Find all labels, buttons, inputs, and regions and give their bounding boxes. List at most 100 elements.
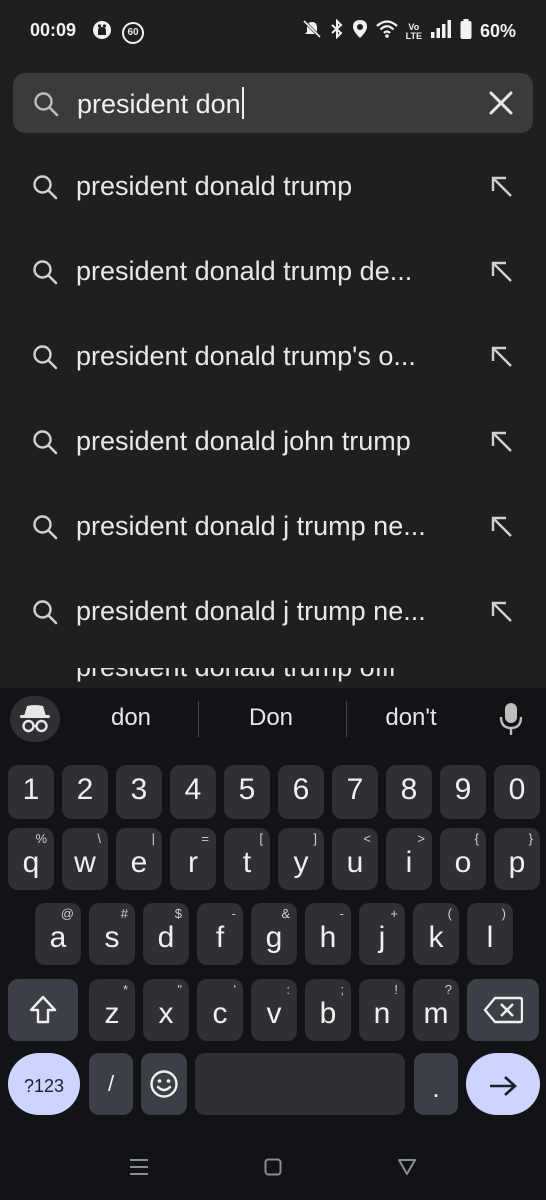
back-icon[interactable] <box>397 1158 417 1181</box>
key-x[interactable]: " x <box>143 979 189 1041</box>
key-m[interactable]: ? m <box>413 979 459 1041</box>
key-7[interactable]: 7 <box>332 765 378 819</box>
search-bar[interactable]: president don <box>13 73 533 133</box>
key-4[interactable]: 4 <box>170 765 216 819</box>
volte-icon: Vo LTE <box>405 21 422 41</box>
prediction-divider <box>198 701 199 737</box>
key-9[interactable]: 9 <box>440 765 486 819</box>
prediction-3[interactable]: don't <box>341 704 481 732</box>
mic-icon[interactable] <box>498 702 524 741</box>
suggestion-item[interactable]: president donald trump de... <box>0 230 546 315</box>
key-z[interactable]: * z <box>89 979 135 1041</box>
search-icon <box>32 344 58 375</box>
key-8[interactable]: 8 <box>386 765 432 819</box>
prediction-bar: don Don don't <box>0 688 546 750</box>
signal-icon <box>430 20 452 43</box>
key-t[interactable]: [t <box>224 828 270 890</box>
suggestion-text: president donald trump <box>76 171 353 201</box>
search-icon <box>32 514 58 545</box>
search-icon <box>32 259 58 290</box>
key-u[interactable]: < u <box>332 828 378 890</box>
arrow-up-left-icon[interactable] <box>488 428 516 461</box>
key-l[interactable]: ) l <box>467 903 513 965</box>
key-p[interactable]: } p <box>494 828 540 890</box>
enter-key[interactable] <box>466 1053 540 1115</box>
key-j[interactable]: + j <box>359 903 405 965</box>
status-bar: 00:09 60 Vo LTE 60% <box>0 0 546 62</box>
incognito-icon[interactable] <box>10 696 60 742</box>
key-h[interactable]: -h <box>305 903 351 965</box>
key-y[interactable]: ] y <box>278 828 324 890</box>
key-d[interactable]: $ d <box>143 903 189 965</box>
key-b[interactable]: ; b <box>305 979 351 1041</box>
slash-key[interactable]: / <box>89 1053 133 1115</box>
github-icon <box>92 20 112 45</box>
suggestion-item-partial[interactable]: president donald trump offi <box>0 668 546 688</box>
key-k[interactable]: (k <box>413 903 459 965</box>
key-n[interactable]: ! n <box>359 979 405 1041</box>
dnd-off-icon <box>302 19 322 44</box>
suggestion-text: president donald j trump ne... <box>76 511 426 541</box>
arrow-up-left-icon[interactable] <box>488 513 516 546</box>
search-icon <box>32 429 58 460</box>
suggestion-text: president donald trump offi <box>76 668 395 683</box>
key-s[interactable]: # s <box>89 903 135 965</box>
navigation-bar <box>0 1140 546 1200</box>
bluetooth-icon <box>330 18 344 44</box>
suggestion-text: president donald trump de... <box>76 256 413 286</box>
key-c[interactable]: ' c <box>197 979 243 1041</box>
key-i[interactable]: > i <box>386 828 432 890</box>
arrow-up-left-icon[interactable] <box>488 343 516 376</box>
backspace-icon <box>483 996 524 1032</box>
key-2[interactable]: 2 <box>62 765 108 819</box>
shift-icon <box>29 995 57 1033</box>
search-icon <box>33 91 59 122</box>
key-g[interactable]: & g <box>251 903 297 965</box>
battery-icon <box>460 19 472 44</box>
suggestion-item[interactable]: president donald j trump ne... <box>0 485 546 570</box>
recents-icon[interactable] <box>129 1158 149 1181</box>
prediction-1[interactable]: don <box>61 704 201 732</box>
arrow-up-left-icon[interactable] <box>488 258 516 291</box>
search-icon <box>32 174 58 205</box>
key-f[interactable]: -f <box>197 903 243 965</box>
key-v[interactable]: :v <box>251 979 297 1041</box>
arrow-up-left-icon[interactable] <box>488 598 516 631</box>
key-6[interactable]: 6 <box>278 765 324 819</box>
key-o[interactable]: {o <box>440 828 486 890</box>
suggestion-text: president donald j trump ne... <box>76 596 426 626</box>
suggestion-item[interactable]: president donald john trump <box>0 400 546 485</box>
shift-key[interactable] <box>8 979 78 1041</box>
badge-icon: 60 <box>122 21 144 44</box>
key-1[interactable]: 1 <box>8 765 54 819</box>
suggestion-item[interactable]: president donald trump <box>0 145 546 230</box>
space-key[interactable] <box>195 1053 405 1115</box>
home-icon[interactable] <box>264 1158 282 1181</box>
key-q[interactable]: % q <box>8 828 54 890</box>
arrow-right-icon <box>488 1072 518 1106</box>
arrow-up-left-icon[interactable] <box>488 173 516 206</box>
period-key[interactable]: . <box>414 1053 458 1115</box>
search-input[interactable]: president don <box>77 87 244 120</box>
close-icon[interactable] <box>487 89 515 122</box>
backspace-key[interactable] <box>467 979 539 1041</box>
emoji-key[interactable] <box>141 1053 187 1115</box>
key-5[interactable]: 5 <box>224 765 270 819</box>
key-e[interactable]: | e <box>116 828 162 890</box>
key-w[interactable]: \ w <box>62 828 108 890</box>
key-r[interactable]: = r <box>170 828 216 890</box>
prediction-2[interactable]: Don <box>201 704 341 732</box>
key-0[interactable]: 0 <box>494 765 540 819</box>
suggestion-item[interactable]: president donald j trump ne... <box>0 570 546 655</box>
text-cursor <box>241 87 244 119</box>
location-icon <box>352 19 368 44</box>
symbols-key[interactable]: ?123 <box>8 1053 80 1115</box>
search-icon <box>32 599 58 630</box>
suggestion-text: president donald trump's o... <box>76 341 416 371</box>
key-a[interactable]: @ a <box>35 903 81 965</box>
status-time: 00:09 <box>30 20 77 40</box>
emoji-icon <box>149 1069 179 1107</box>
suggestion-text: president donald john trump <box>76 426 411 456</box>
suggestion-item[interactable]: president donald trump's o... <box>0 315 546 400</box>
key-3[interactable]: 3 <box>116 765 162 819</box>
